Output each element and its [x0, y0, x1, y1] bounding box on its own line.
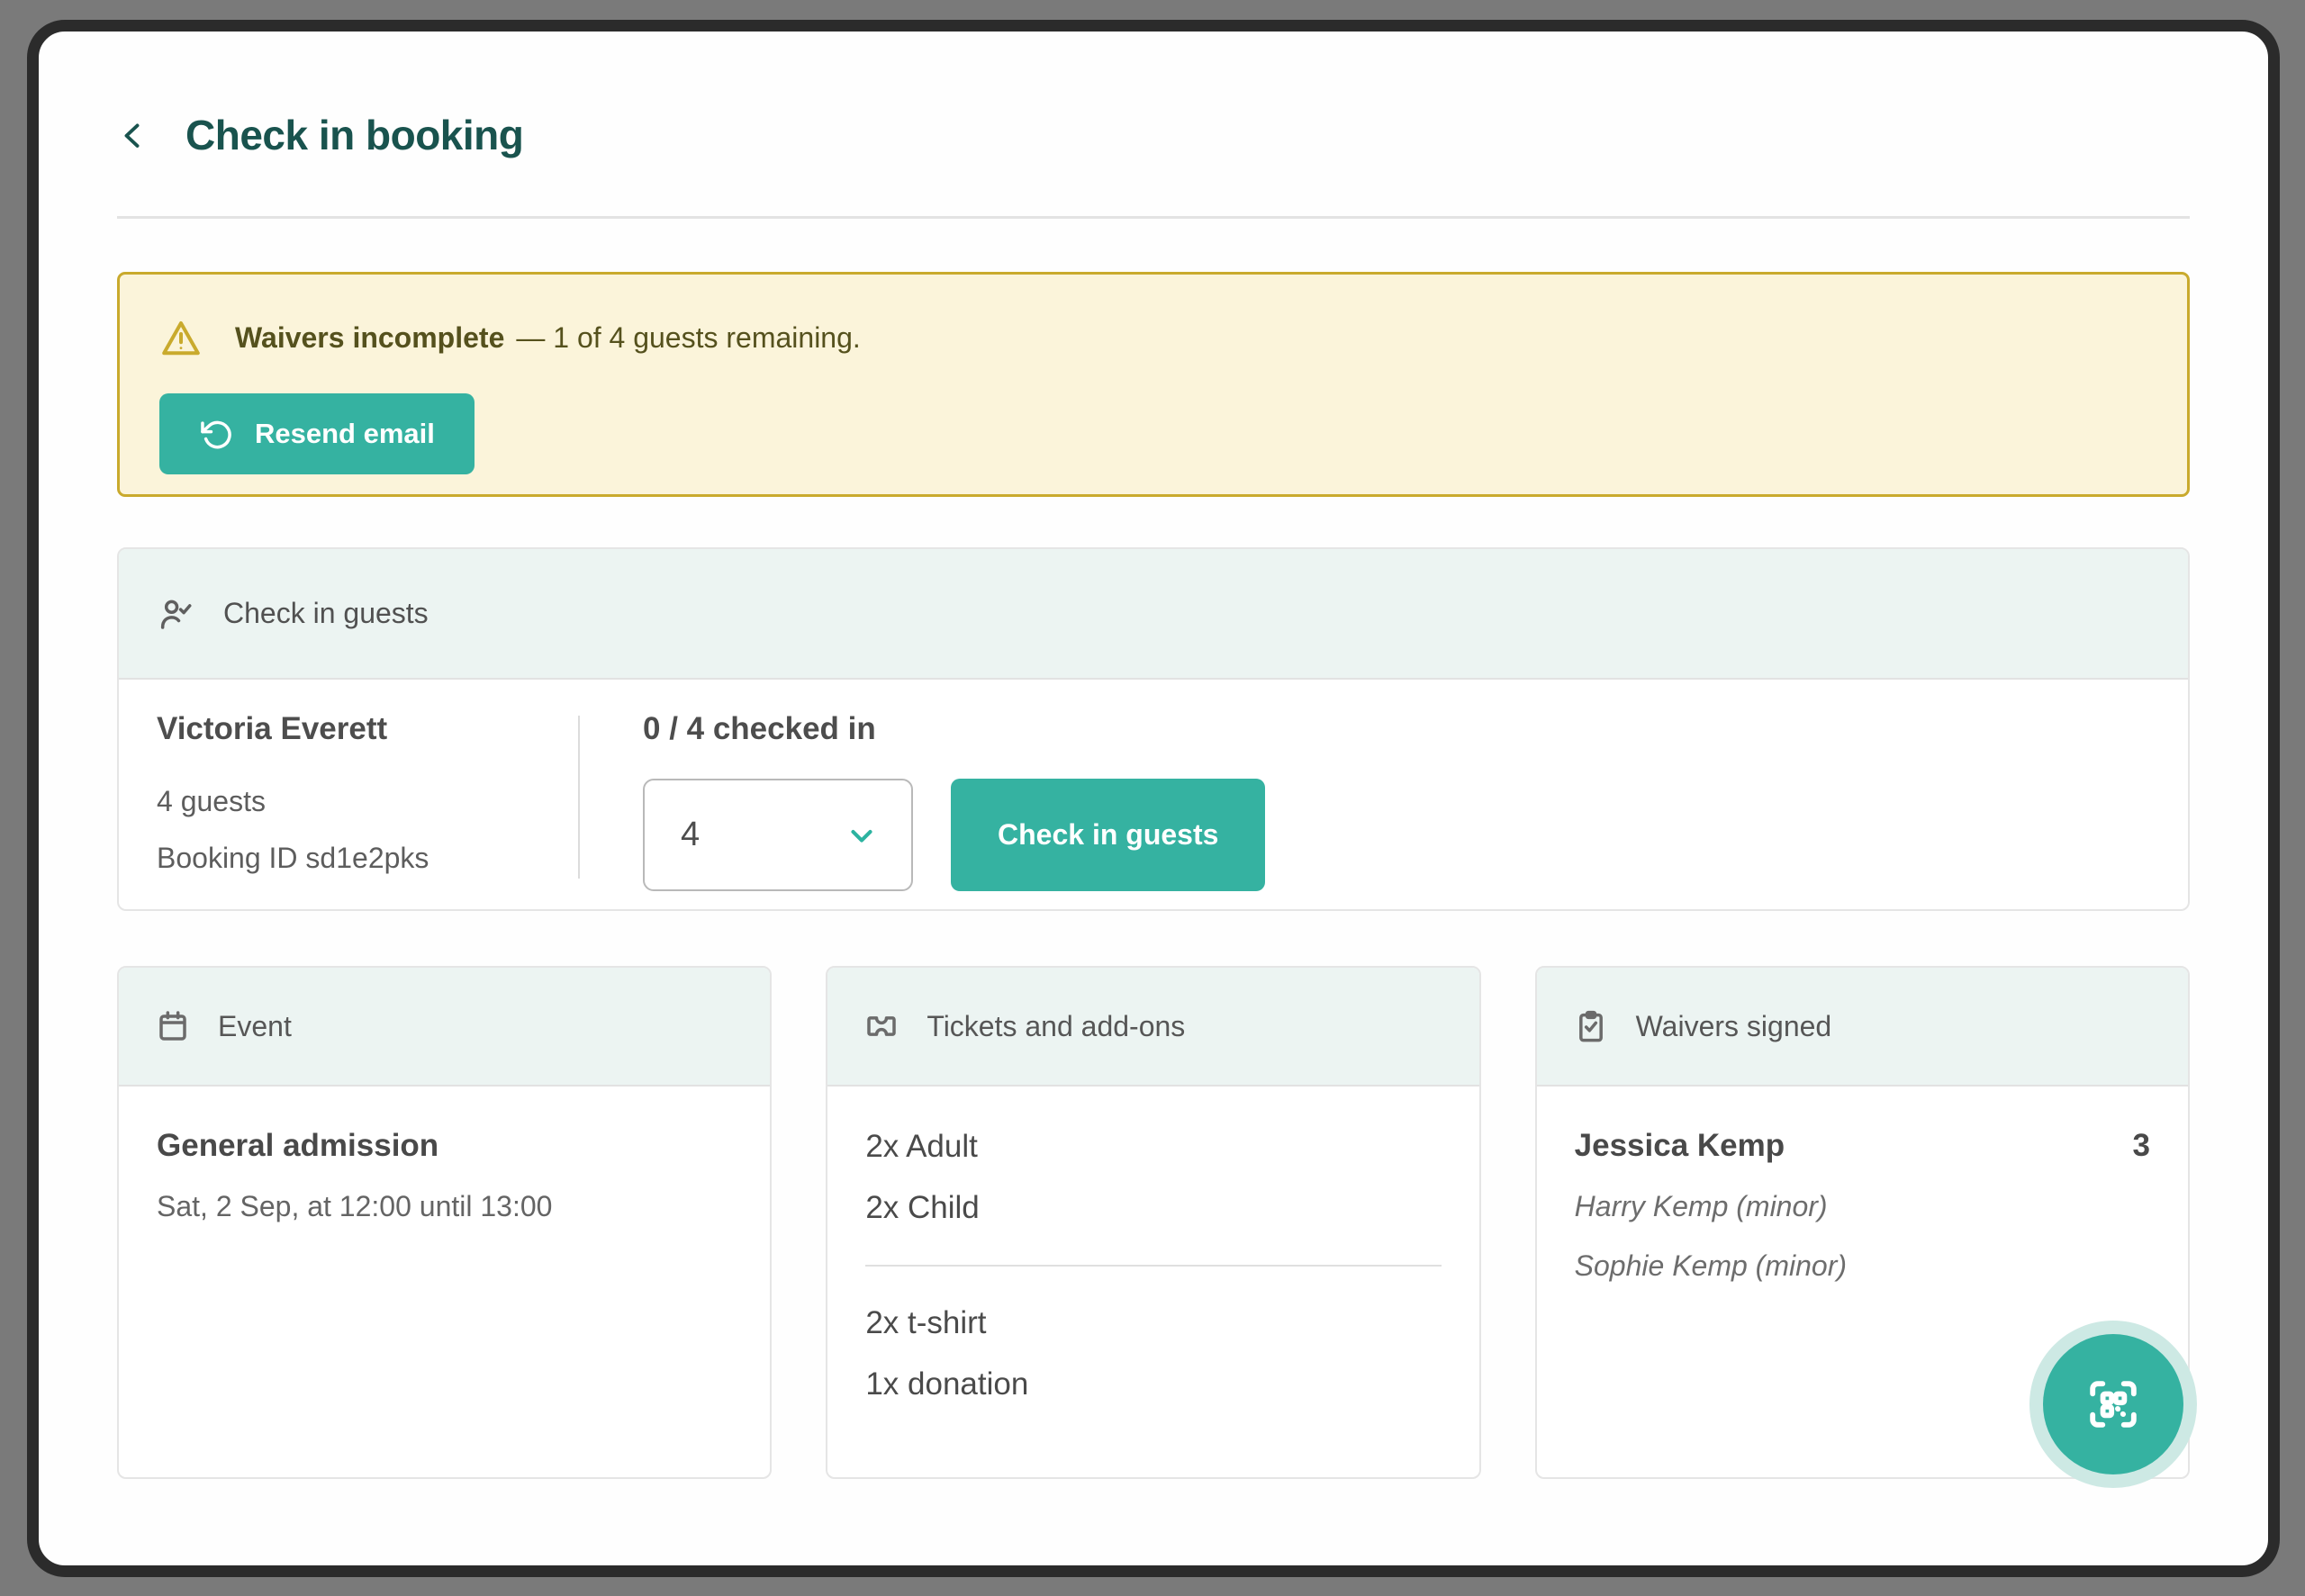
- clipboard-check-icon: [1573, 1008, 1609, 1044]
- warning-triangle-icon: [159, 316, 203, 359]
- waiver-minor: Harry Kemp (minor): [1575, 1189, 2150, 1223]
- addon-line: 2x t-shirt: [865, 1304, 1441, 1342]
- check-in-guests-label: Check in guests: [998, 818, 1218, 852]
- waiver-minor: Sophie Kemp (minor): [1575, 1249, 2150, 1283]
- guest-count-select[interactable]: 4: [643, 779, 913, 891]
- waiver-count-badge: 3: [2133, 1128, 2150, 1164]
- tickets-card-header: Tickets and add-ons: [827, 968, 1478, 1087]
- warning-message: Waivers incomplete — 1 of 4 guests remai…: [235, 321, 861, 355]
- tickets-card: Tickets and add-ons 2x Adult 2x Child 2x…: [826, 966, 1480, 1479]
- resend-label: Resend email: [255, 418, 435, 450]
- ticket-line: 2x Adult: [865, 1128, 1441, 1166]
- qr-scan-button[interactable]: [2043, 1334, 2183, 1474]
- page-header: Check in booking: [117, 109, 2190, 161]
- event-name: General admission: [157, 1128, 732, 1164]
- booking-summary: Victoria Everett 4 guests Booking ID sd1…: [157, 712, 578, 891]
- addon-line: 1x donation: [865, 1366, 1441, 1403]
- chevron-left-icon: [117, 114, 149, 156]
- check-in-panel: Check in guests Victoria Everett 4 guest…: [117, 547, 2190, 911]
- detail-cards: Event General admission Sat, 2 Sep, at 1…: [117, 966, 2190, 1479]
- calendar-icon: [155, 1008, 191, 1044]
- event-card-header: Event: [119, 968, 770, 1087]
- event-card-title: Event: [218, 1010, 292, 1043]
- event-card: Event General admission Sat, 2 Sep, at 1…: [117, 966, 772, 1479]
- warning-detail: — 1 of 4 guests remaining.: [516, 321, 860, 355]
- waivers-card-header: Waivers signed: [1537, 968, 2188, 1087]
- check-in-panel-header: Check in guests: [119, 549, 2188, 680]
- check-in-panel-title: Check in guests: [223, 597, 429, 630]
- checked-in-progress: 0 / 4 checked in: [643, 712, 1265, 746]
- warning-title: Waivers incomplete: [235, 321, 504, 355]
- ticket-line: 2x Child: [865, 1189, 1441, 1227]
- check-in-actions: 0 / 4 checked in 4 Check in guests: [580, 712, 1265, 891]
- qr-scan-fab-halo: [2029, 1321, 2197, 1488]
- check-in-guests-button[interactable]: Check in guests: [951, 779, 1265, 891]
- guest-count-select-value: 4: [681, 816, 700, 854]
- waivers-warning-banner: Waivers incomplete — 1 of 4 guests remai…: [117, 272, 2190, 497]
- tickets-addons-divider: [865, 1265, 1441, 1267]
- resend-email-button[interactable]: Resend email: [159, 393, 475, 474]
- event-schedule: Sat, 2 Sep, at 12:00 until 13:00: [157, 1189, 732, 1223]
- qr-scan-icon: [2080, 1371, 2147, 1438]
- user-check-icon: [157, 595, 194, 633]
- chevron-down-icon: [845, 818, 879, 852]
- resend-icon: [199, 417, 233, 451]
- waivers-card-title: Waivers signed: [1636, 1010, 1832, 1043]
- booking-id: Booking ID sd1e2pks: [157, 843, 578, 873]
- page-title: Check in booking: [185, 111, 523, 159]
- ticket-icon: [863, 1008, 899, 1044]
- guest-name: Victoria Everett: [157, 712, 578, 746]
- back-button[interactable]: [117, 114, 149, 156]
- header-divider: [117, 216, 2190, 219]
- guest-count: 4 guests: [157, 786, 578, 816]
- app-window: Check in booking Waivers incomplete — 1 …: [27, 20, 2280, 1577]
- tickets-card-title: Tickets and add-ons: [927, 1010, 1185, 1043]
- waiver-signer-name: Jessica Kemp: [1575, 1128, 1785, 1164]
